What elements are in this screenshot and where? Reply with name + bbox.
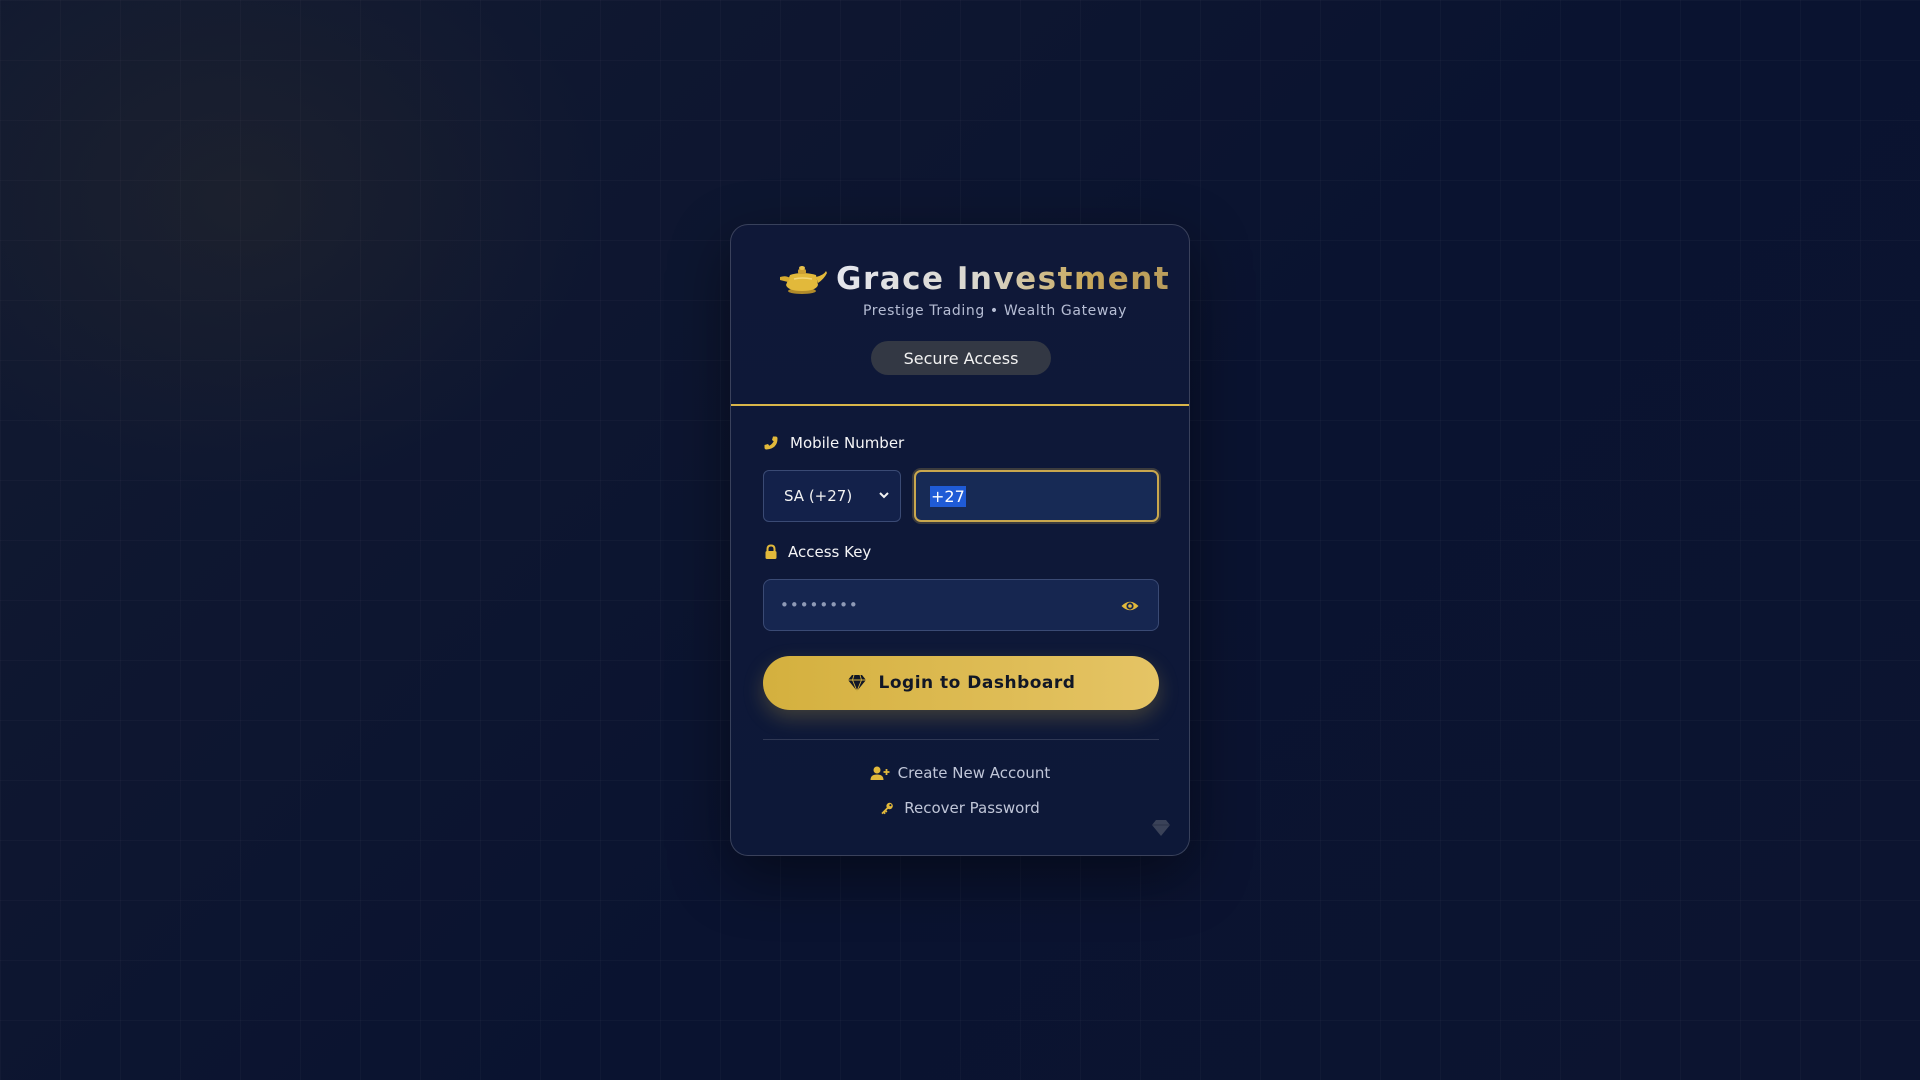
- access-key-input[interactable]: ••••••••: [763, 579, 1159, 631]
- mobile-number-label-text: Mobile Number: [790, 434, 905, 452]
- brand-title: Grace Investment: [836, 261, 1171, 297]
- country-code-value: SA (+27): [784, 487, 853, 505]
- user-plus-icon: [870, 766, 890, 780]
- recover-password-link[interactable]: Recover Password: [731, 799, 1189, 817]
- gem-icon: [847, 674, 866, 692]
- card-header: Grace Investment Prestige Trading • Weal…: [731, 225, 1189, 406]
- phone-icon: [764, 436, 778, 450]
- access-key-mask: ••••••••: [780, 596, 859, 614]
- mobile-number-value: +27: [930, 485, 966, 507]
- divider: [763, 739, 1159, 740]
- mobile-number-input[interactable]: +27: [914, 470, 1159, 522]
- chevron-down-icon: [879, 492, 889, 499]
- recover-password-label: Recover Password: [904, 799, 1040, 817]
- brand-tagline: Prestige Trading • Wealth Gateway: [863, 303, 1127, 319]
- key-icon: [881, 802, 894, 815]
- access-key-label-text: Access Key: [788, 543, 872, 561]
- eye-icon[interactable]: [1120, 596, 1140, 616]
- create-account-label: Create New Account: [897, 764, 1051, 782]
- oil-lamp-icon: [780, 266, 827, 294]
- brand: Grace Investment: [776, 261, 1170, 297]
- country-code-select[interactable]: SA (+27): [763, 470, 901, 522]
- login-button-label: Login to Dashboard: [878, 673, 1076, 693]
- lock-icon: [765, 544, 777, 559]
- mobile-number-label: Mobile Number: [763, 434, 904, 452]
- create-account-link[interactable]: Create New Account: [731, 764, 1189, 782]
- gem-icon: [1152, 820, 1170, 836]
- secure-access-badge: Secure Access: [871, 341, 1051, 375]
- access-key-label: Access Key: [763, 543, 871, 561]
- login-button[interactable]: Login to Dashboard: [763, 656, 1159, 710]
- login-card: Grace Investment Prestige Trading • Weal…: [730, 224, 1190, 856]
